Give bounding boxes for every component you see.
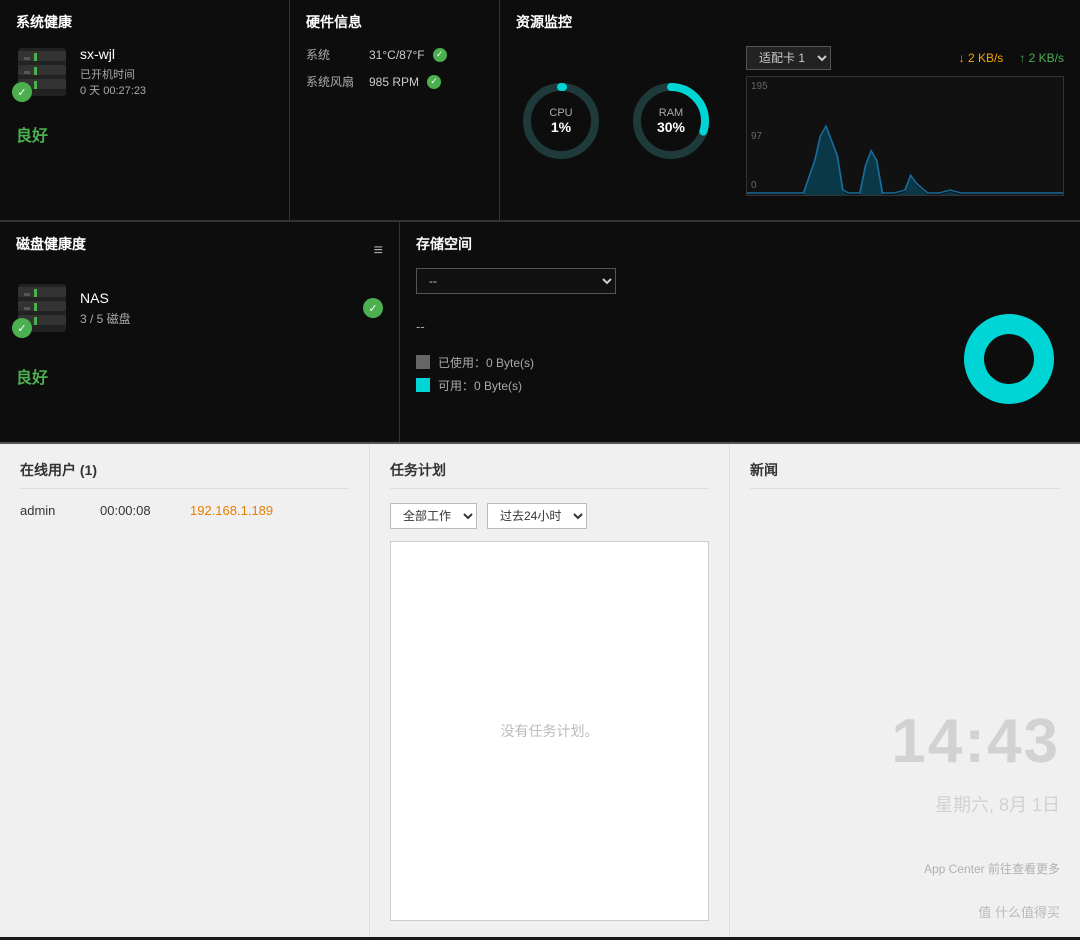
- online-users-title: 在线用户 (1): [20, 460, 349, 489]
- avail-label: 可用：0 Byte(s): [438, 377, 522, 394]
- resource-monitor-title: 资源监控: [516, 12, 1064, 32]
- used-label: 已使用：0 Byte(s): [438, 354, 534, 371]
- chart-y-mid: 97: [751, 131, 768, 142]
- chart-y-bot: 0: [751, 180, 768, 191]
- disk-health-panel: 磁盘健康度 ≡ ✓ NAS: [0, 222, 400, 442]
- storage-donut-chart: [954, 304, 1064, 414]
- uptime-value: 0 天 00:27:23: [80, 82, 273, 98]
- task-type-select[interactable]: 全部工作: [390, 503, 477, 529]
- ram-value: 30%: [657, 119, 686, 135]
- net-up-speed: ↑ 2 KB/s: [1019, 51, 1064, 65]
- avail-legend: 可用：0 Byte(s): [416, 377, 924, 394]
- ram-gauge: RAM 30%: [626, 76, 716, 166]
- storage-legend: 已使用：0 Byte(s) 可用：0 Byte(s): [416, 354, 924, 394]
- cpu-gauge: CPU 1%: [516, 76, 606, 166]
- system-health-panel: 系统健康 ✓ sx-wjl: [0, 0, 290, 220]
- disk-status-check: ✓: [363, 298, 383, 318]
- storage-select[interactable]: --: [416, 268, 616, 294]
- network-chart: 195 97 0: [746, 76, 1064, 196]
- fan-row: 系统风扇 985 RPM ✓: [306, 73, 483, 90]
- storage-info: -- 已使用：0 Byte(s) 可用：0 Byte(s): [416, 319, 924, 400]
- temp-label: 系统: [306, 46, 361, 63]
- disk-status: 良好: [16, 364, 383, 388]
- list-view-icon[interactable]: ≡: [374, 242, 383, 260]
- disk-check-badge: ✓: [12, 318, 32, 338]
- task-empty-box: 没有任务计划。: [390, 541, 709, 921]
- used-legend: 已使用：0 Byte(s): [416, 354, 924, 371]
- online-users-panel: 在线用户 (1) admin 00:00:08 192.168.1.189: [0, 444, 370, 937]
- app-center-link[interactable]: App Center 前往查看更多: [924, 860, 1060, 877]
- disk-health-title: 磁盘健康度: [16, 234, 86, 254]
- watermark: 值 什么值得买: [978, 902, 1060, 921]
- temp-value: 31°C/87°F: [369, 48, 425, 62]
- storage-space-panel: 存储空间 -- -- 已使用：0 Byte(s) 可用：0 Byte(s): [400, 222, 1080, 442]
- disk-count: 3 / 5 磁盘: [80, 310, 351, 327]
- cpu-gauge-svg: CPU 1%: [516, 76, 606, 166]
- cpu-label: CPU: [549, 107, 572, 119]
- table-row: admin 00:00:08 192.168.1.189: [20, 503, 349, 518]
- cpu-value: 1%: [551, 119, 572, 135]
- hostname: sx-wjl: [80, 46, 273, 62]
- resource-monitor-panel: 资源监控 CPU 1% RAM 30%: [500, 0, 1080, 220]
- system-health-title: 系统健康: [16, 12, 273, 32]
- hardware-info-panel: 硬件信息 系统 31°C/87°F ✓ 系统风扇 985 RPM ✓: [290, 0, 500, 220]
- network-section: 适配卡 1 ↓ 2 KB/s ↑ 2 KB/s 195 97 0: [746, 46, 1064, 196]
- storage-volume: --: [416, 319, 924, 334]
- hardware-info-title: 硬件信息: [306, 12, 483, 32]
- clock-date: 星期六, 8月 1日: [935, 791, 1060, 817]
- fan-ok-icon: ✓: [427, 75, 441, 89]
- storage-space-title: 存储空间: [416, 234, 1064, 254]
- news-panel: 新闻 14:43 星期六, 8月 1日 App Center 前往查看更多 值 …: [730, 444, 1080, 937]
- chart-svg: [747, 77, 1063, 195]
- task-schedule-title: 任务计划: [390, 460, 709, 489]
- task-filters: 全部工作 过去24小时: [390, 503, 709, 529]
- uptime-label: 已开机时间: [80, 66, 273, 82]
- disk-name: NAS: [80, 290, 351, 306]
- temp-row: 系统 31°C/87°F ✓: [306, 46, 483, 63]
- health-check-badge: ✓: [12, 82, 32, 102]
- chart-labels: 195 97 0: [751, 77, 768, 195]
- clock-time: 14:43: [891, 706, 1060, 777]
- disk-item: ✓ NAS 3 / 5 磁盘 ✓: [16, 282, 383, 334]
- task-schedule-panel: 任务计划 全部工作 过去24小时 没有任务计划。: [370, 444, 730, 937]
- news-title: 新闻: [750, 460, 1060, 489]
- disk-server-icon: ✓: [16, 282, 68, 334]
- ram-gauge-svg: RAM 30%: [626, 76, 716, 166]
- task-time-select[interactable]: 过去24小时: [487, 503, 587, 529]
- chart-y-top: 195: [751, 81, 768, 92]
- fan-value: 985 RPM: [369, 75, 419, 89]
- user-name: admin: [20, 503, 80, 518]
- adapter-select[interactable]: 适配卡 1: [746, 46, 831, 70]
- nas-server-icon: ✓: [16, 46, 68, 98]
- temp-ok-icon: ✓: [433, 48, 447, 62]
- user-ip: 192.168.1.189: [190, 503, 273, 518]
- used-dot: [416, 355, 430, 369]
- net-down-speed: ↓ 2 KB/s: [959, 51, 1004, 65]
- user-time: 00:00:08: [100, 503, 170, 518]
- fan-label: 系统风扇: [306, 73, 361, 90]
- health-status: 良好: [16, 122, 273, 146]
- ram-label: RAM: [659, 107, 683, 119]
- health-info: sx-wjl 已开机时间 0 天 00:27:23: [80, 46, 273, 106]
- disk-info: NAS 3 / 5 磁盘: [80, 290, 351, 327]
- task-empty-text: 没有任务计划。: [501, 721, 599, 741]
- avail-dot: [416, 378, 430, 392]
